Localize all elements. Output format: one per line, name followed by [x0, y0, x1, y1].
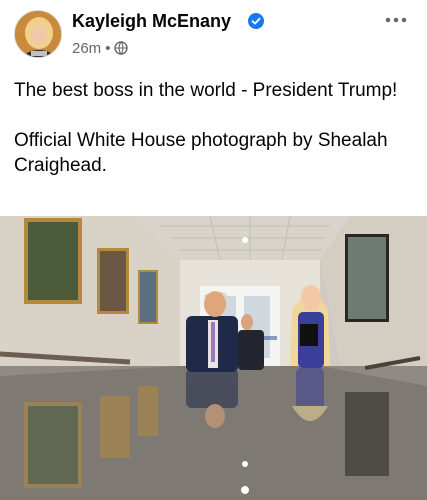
post-photo[interactable] [0, 216, 427, 500]
post-meta: 26m • [72, 38, 129, 58]
more-options-icon [385, 17, 407, 23]
meta-separator: • [105, 39, 111, 57]
post-header: Kayleigh McEnany 26m • [0, 0, 427, 62]
hallway-photo [0, 216, 427, 500]
post-timestamp[interactable]: 26m [72, 40, 101, 57]
globe-icon[interactable] [114, 41, 129, 55]
post-text: The best boss in the world - President T… [14, 78, 414, 203]
verified-badge-icon [248, 13, 264, 29]
author-name[interactable]: Kayleigh McEnany [72, 10, 231, 32]
avatar[interactable] [14, 10, 62, 58]
post-text-line: The best boss in the world - President T… [14, 80, 398, 101]
post-text-line: Official White House photograph by Sheal… [14, 130, 388, 176]
more-options-button[interactable] [380, 8, 412, 32]
